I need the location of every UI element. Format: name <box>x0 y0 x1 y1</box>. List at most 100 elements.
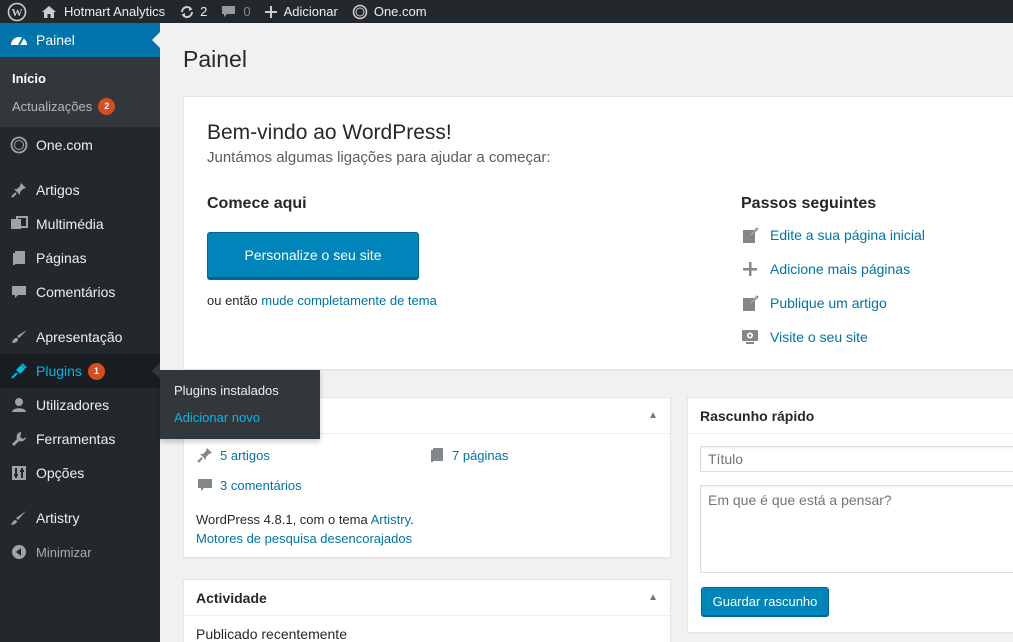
onecom-label: One.com <box>373 4 427 19</box>
menu-appearance[interactable]: Apresentação <box>0 320 160 354</box>
next-step-edit-front-page-label[interactable]: Edite a sua página inicial <box>770 227 925 243</box>
menu-plugins-label: Plugins <box>36 363 82 379</box>
change-theme-line: ou então mude completamente de tema <box>207 293 437 308</box>
plugins-flyout-menu: Plugins instalados Adicionar novo <box>160 370 320 439</box>
save-draft-button[interactable]: Guardar rascunho <box>701 587 829 616</box>
menu-onecom-label: One.com <box>36 137 93 153</box>
customize-site-button[interactable]: Personalize o seu site <box>207 232 419 279</box>
collapse-toggle-icon[interactable]: ▲ <box>648 592 658 603</box>
menu-pages[interactable]: Páginas <box>0 241 160 275</box>
get-started-heading: Comece aqui <box>207 195 307 212</box>
draft-title-input[interactable] <box>700 446 1013 472</box>
flyout-add-new[interactable]: Adicionar novo <box>160 404 320 431</box>
activity-widget: Actividade ▲ Publicado recentemente <box>183 579 671 642</box>
next-step-write-post[interactable]: Publique um artigo <box>741 294 887 312</box>
updates-link[interactable]: 2 <box>172 0 214 23</box>
pin-icon <box>196 446 214 464</box>
settings-icon <box>9 463 29 483</box>
next-step-view-site[interactable]: Visite o seu site <box>741 328 868 346</box>
submenu-home[interactable]: Início <box>0 64 160 92</box>
admin-bar: W Hotmart Analytics 2 0 Adicionar One.co… <box>0 0 1013 23</box>
plus-icon <box>741 260 759 278</box>
flyout-installed-plugins[interactable]: Plugins instalados <box>160 377 320 404</box>
glance-comments[interactable]: 3 comentários <box>196 476 302 494</box>
menu-posts[interactable]: Artigos <box>0 173 160 207</box>
menu-tools-label: Ferramentas <box>36 431 116 447</box>
change-theme-link[interactable]: mude completamente de tema <box>261 293 437 308</box>
paintbrush-icon <box>9 327 29 347</box>
glance-posts[interactable]: 5 artigos <box>196 446 270 464</box>
plus-icon <box>264 5 277 18</box>
menu-separator <box>0 309 160 320</box>
draft-content-textarea[interactable] <box>700 485 1013 573</box>
glance-posts-link[interactable]: 5 artigos <box>220 448 270 463</box>
menu-artistry[interactable]: Artistry <box>0 501 160 535</box>
onecom-icon <box>9 135 29 155</box>
version-text: WordPress 4.8.1, com o tema <box>196 512 368 527</box>
next-steps-heading: Passos seguintes <box>741 195 877 212</box>
media-icon <box>9 214 29 234</box>
next-step-add-pages-label[interactable]: Adicione mais páginas <box>770 261 910 277</box>
site-name-label: Hotmart Analytics <box>64 4 166 19</box>
comments-count: 0 <box>243 4 251 19</box>
menu-users-label: Utilizadores <box>36 397 110 413</box>
menu-settings-label: Opções <box>36 465 85 481</box>
refresh-icon <box>179 4 195 20</box>
pages-icon <box>9 248 29 268</box>
quick-draft-header: Rascunho rápido <box>688 398 1013 434</box>
comments-link[interactable]: 0 <box>214 0 257 23</box>
dashboard-icon <box>9 30 29 50</box>
view-site-icon <box>741 328 759 346</box>
collapse-toggle-icon[interactable]: ▲ <box>648 410 658 421</box>
version-end: . <box>410 512 414 527</box>
menu-media-label: Multimédia <box>36 216 104 232</box>
brush-icon <box>9 508 29 528</box>
home-icon <box>41 5 57 19</box>
menu-users[interactable]: Utilizadores <box>0 388 160 422</box>
next-step-edit-front-page[interactable]: Edite a sua página inicial <box>741 226 925 244</box>
next-step-write-post-label[interactable]: Publique um artigo <box>770 295 887 311</box>
menu-media[interactable]: Multimédia <box>0 207 160 241</box>
wrench-icon <box>9 429 29 449</box>
welcome-title: Bem-vindo ao WordPress! <box>207 121 452 144</box>
site-name-link[interactable]: Hotmart Analytics <box>34 0 172 23</box>
wordpress-logo-icon[interactable]: W <box>0 0 34 23</box>
menu-tools[interactable]: Ferramentas <box>0 422 160 456</box>
collapse-menu-button[interactable]: Minimizar <box>0 535 160 569</box>
menu-dashboard-label: Painel <box>36 32 75 48</box>
wordpress-version-line: WordPress 4.8.1, com o tema Artistry. <box>196 512 414 527</box>
onecom-link[interactable]: One.com <box>345 0 434 23</box>
next-step-add-pages[interactable]: Adicione mais páginas <box>741 260 910 278</box>
menu-dashboard[interactable]: Painel <box>0 23 160 57</box>
new-content-label: Adicionar <box>283 4 338 19</box>
pages-icon <box>428 446 446 464</box>
menu-onecom[interactable]: One.com <box>0 128 160 162</box>
next-step-view-site-label[interactable]: Visite o seu site <box>770 329 868 345</box>
published-recently-heading: Publicado recentemente <box>196 626 347 642</box>
activity-header: Actividade ▲ <box>184 580 670 616</box>
search-engines-discouraged-link[interactable]: Motores de pesquisa desencorajados <box>196 531 412 546</box>
edit-page-icon <box>741 226 759 244</box>
submenu-home-label: Início <box>12 70 46 86</box>
svg-text:W: W <box>12 7 23 19</box>
submenu-updates[interactable]: Actualizações 2 <box>0 92 160 120</box>
comments-icon <box>9 282 29 302</box>
menu-comments-label: Comentários <box>36 284 116 300</box>
welcome-subtitle: Juntámos algumas ligações para ajudar a … <box>207 149 551 166</box>
glance-pages-link[interactable]: 7 páginas <box>452 448 508 463</box>
change-theme-prefix: ou então <box>207 293 258 308</box>
dashboard-submenu: Início Actualizações 2 <box>0 57 160 127</box>
glance-comments-link[interactable]: 3 comentários <box>220 478 302 493</box>
edit-post-icon <box>741 294 759 312</box>
comment-icon <box>196 476 214 494</box>
new-content-link[interactable]: Adicionar <box>258 0 345 23</box>
welcome-panel: Bem-vindo ao WordPress! Juntámos algumas… <box>183 96 1013 370</box>
onecom-logo-icon <box>352 4 368 20</box>
quick-draft-widget: Rascunho rápido Guardar rascunho <box>687 397 1013 633</box>
menu-settings[interactable]: Opções <box>0 456 160 490</box>
menu-plugins[interactable]: Plugins 1 <box>0 354 160 388</box>
menu-separator <box>0 162 160 173</box>
menu-comments[interactable]: Comentários <box>0 275 160 309</box>
glance-pages[interactable]: 7 páginas <box>428 446 508 464</box>
theme-link[interactable]: Artistry <box>371 512 410 527</box>
